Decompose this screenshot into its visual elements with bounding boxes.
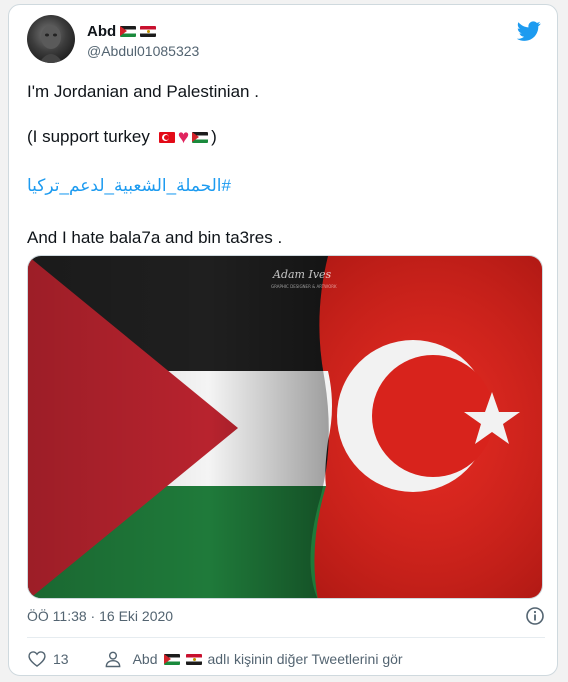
tweet-timestamp[interactable]: ÖÖ 11:38 · 16 Eki 2020 <box>27 608 173 624</box>
avatar[interactable] <box>27 15 75 63</box>
palestine-flag-icon <box>163 653 180 665</box>
palestine-flag-icon <box>120 26 137 37</box>
egypt-flag-icon <box>140 26 157 37</box>
author-name[interactable]: Abd <box>87 23 116 40</box>
palestine-turkey-flags-image: Adam Ives GRAPHIC DESIGNER & ARTWORK <box>28 256 542 598</box>
turkey-flag-icon <box>158 131 175 143</box>
divider <box>27 637 545 638</box>
watermark-signature: Adam Ives <box>272 268 332 281</box>
person-icon <box>105 651 120 668</box>
tweet-image[interactable]: Adam Ives GRAPHIC DESIGNER & ARTWORK <box>27 255 543 599</box>
twitter-bird-icon[interactable] <box>517 19 541 43</box>
heart-outline-icon <box>28 651 46 667</box>
watermark-caption: GRAPHIC DESIGNER & ARTWORK <box>271 284 337 289</box>
like-count: 13 <box>53 651 69 667</box>
more-tweets-link[interactable]: Abd adlı kişinin diğer Tweetlerini gör <box>103 649 403 669</box>
hashtag-link[interactable]: #الحملة_الشعبية_لدعم_تركيا <box>27 175 231 197</box>
info-icon[interactable] <box>525 606 545 626</box>
like-button[interactable]: 13 <box>27 649 69 669</box>
tweet-text-line2: (I support turkey ♥ ) <box>27 126 217 148</box>
tweet-card: Abd @Abdul01085323 I'm Jordanian and Pal… <box>8 4 558 676</box>
more-tweets-label: adlı kişinin diğer Tweetlerini gör <box>207 651 403 667</box>
heart-icon: ♥ <box>177 126 190 148</box>
author-handle[interactable]: @Abdul01085323 <box>87 43 199 59</box>
more-tweets-author: Abd <box>132 651 158 667</box>
tweet-text-line2-prefix: (I support turkey <box>27 127 150 146</box>
tweet-text-line2-suffix: ) <box>211 127 217 146</box>
tweet-actions: 13 Abd adlı kişinin diğer Tweetlerini gö… <box>27 649 403 669</box>
tweet-text-line1: I'm Jordanian and Palestinian . <box>27 82 259 101</box>
author-name-row[interactable]: Abd <box>87 23 157 40</box>
tweet-text-line4: And I hate bala7a and bin ta3res . <box>27 228 283 247</box>
palestine-flag-icon <box>192 131 209 143</box>
egypt-flag-icon <box>185 653 202 665</box>
avatar-image <box>39 25 63 63</box>
